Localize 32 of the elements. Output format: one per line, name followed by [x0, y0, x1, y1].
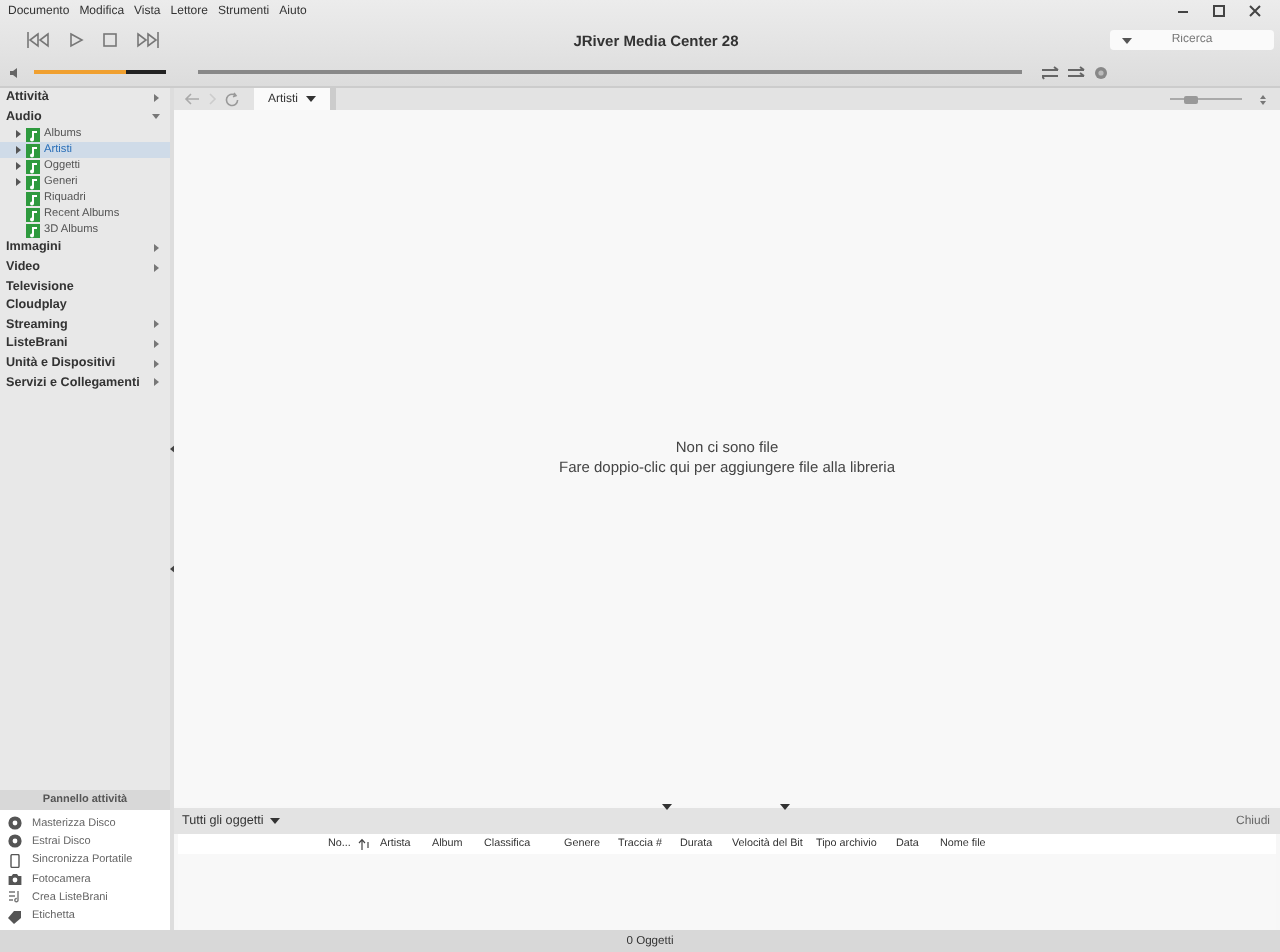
stop-icon[interactable] — [102, 32, 118, 48]
refresh-icon[interactable] — [224, 91, 240, 107]
circle-icon[interactable] — [1094, 65, 1108, 79]
repeat-icon[interactable] — [1042, 65, 1060, 79]
playlist-icon — [8, 890, 22, 905]
expand-arrow-icon[interactable] — [152, 359, 160, 368]
caret-icon — [306, 96, 316, 102]
expand-arrow-icon[interactable] — [14, 130, 22, 139]
previous-icon[interactable] — [26, 32, 50, 48]
expand-arrow-icon[interactable] — [14, 162, 22, 171]
expand-arrow-icon[interactable] — [152, 378, 160, 387]
expand-arrow-icon[interactable] — [152, 93, 160, 102]
next-icon[interactable] — [136, 32, 160, 48]
disc-icon — [8, 816, 22, 831]
phone-icon — [8, 853, 22, 868]
expand-arrow-icon[interactable] — [14, 178, 22, 187]
maximize-icon[interactable] — [1212, 4, 1226, 18]
caret-icon — [269, 818, 280, 824]
speaker-icon — [10, 67, 20, 77]
camera-icon — [8, 872, 22, 887]
expand-arrow-icon[interactable] — [152, 263, 160, 272]
shuffle-icon[interactable] — [1068, 65, 1086, 79]
close-icon[interactable] — [1248, 4, 1262, 18]
expand-arrow-icon[interactable] — [152, 243, 160, 252]
expand-arrow-icon[interactable] — [152, 339, 160, 348]
caret-icon[interactable] — [1122, 37, 1132, 43]
tag-icon — [8, 909, 22, 924]
disc-icon — [8, 834, 22, 849]
scroll-arrows-icon[interactable] — [1260, 93, 1266, 105]
expand-arrow-icon[interactable] — [14, 146, 22, 155]
expand-arrow-icon[interactable] — [152, 320, 160, 329]
play-icon[interactable] — [68, 32, 84, 48]
